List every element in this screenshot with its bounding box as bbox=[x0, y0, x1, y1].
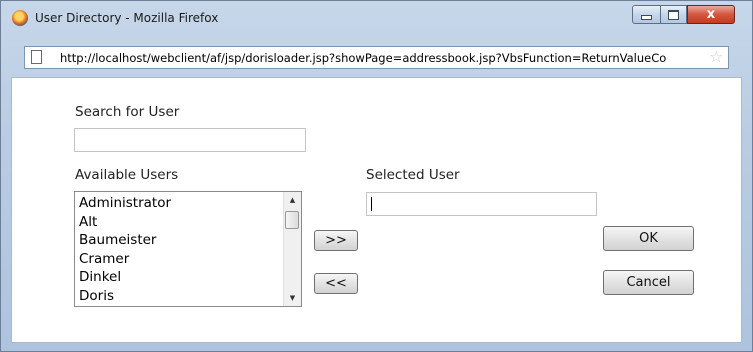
list-item[interactable]: Administrator bbox=[79, 194, 171, 213]
minimize-icon bbox=[641, 15, 652, 20]
available-users-label: Available Users bbox=[75, 167, 179, 183]
ok-button[interactable]: OK bbox=[603, 226, 694, 251]
scroll-down-icon[interactable]: ▼ bbox=[284, 290, 301, 306]
maximize-icon bbox=[668, 9, 679, 20]
search-input[interactable] bbox=[74, 128, 306, 152]
list-item[interactable]: Baumeister bbox=[79, 231, 171, 250]
available-users-list[interactable]: Administrator Alt Baumeister Cramer Dinkel Do… bbox=[74, 191, 302, 307]
list-item[interactable]: Dinkel bbox=[79, 268, 171, 287]
url-text[interactable]: http://localhost/webclient/af/jsp/dorisl… bbox=[60, 51, 720, 65]
add-user-button[interactable]: >> bbox=[314, 230, 358, 251]
minimize-button[interactable] bbox=[632, 5, 661, 24]
title-bar[interactable]: User Directory - Mozilla Firefox x bbox=[1, 1, 752, 39]
list-item[interactable]: Alt bbox=[79, 213, 171, 232]
star-icon[interactable]: ☆ bbox=[709, 48, 723, 66]
text-caret bbox=[371, 197, 372, 211]
page-icon bbox=[31, 50, 42, 64]
list-scrollbar[interactable]: ▲ ▼ bbox=[283, 192, 301, 306]
list-item[interactable]: Cramer bbox=[79, 250, 171, 269]
firefox-logo-icon bbox=[12, 10, 28, 26]
search-label: Search for User bbox=[75, 104, 180, 120]
selected-user-label: Selected User bbox=[366, 167, 460, 183]
address-bar[interactable]: http://localhost/webclient/af/jsp/dorisl… bbox=[24, 46, 729, 69]
close-button[interactable]: x bbox=[687, 5, 735, 24]
close-icon: x bbox=[706, 7, 716, 22]
list-item[interactable]: Doris bbox=[79, 287, 171, 306]
window-title: User Directory - Mozilla Firefox bbox=[35, 11, 219, 25]
scroll-thumb[interactable] bbox=[285, 211, 299, 229]
cancel-button[interactable]: Cancel bbox=[603, 270, 694, 295]
scroll-up-icon[interactable]: ▲ bbox=[284, 192, 301, 208]
remove-user-button[interactable]: << bbox=[314, 273, 358, 294]
maximize-button[interactable] bbox=[660, 5, 687, 24]
selected-user-input[interactable] bbox=[366, 192, 597, 216]
